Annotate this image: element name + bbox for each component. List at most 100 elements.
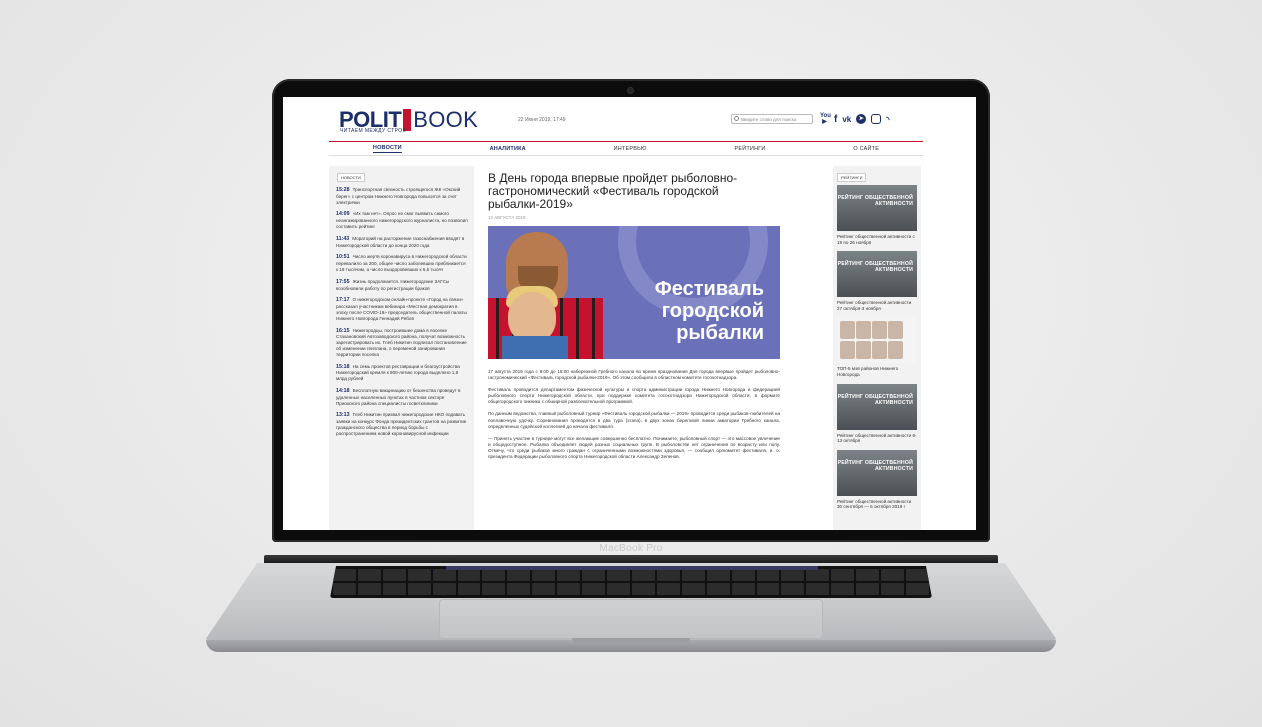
- news-text: Число жертв коронавируса в Нижегородской…: [336, 254, 467, 272]
- news-time: 11:43: [336, 235, 350, 242]
- nav-bottom-rule: [329, 155, 923, 156]
- article-title: В День города впервые пройдет рыболовно-…: [488, 171, 738, 211]
- article-body: 17 августа 2019 года с 9:00 до 15:00 наб…: [488, 369, 780, 460]
- thumb-bg: [837, 449, 917, 496]
- rating-thumbnail: РЕЙТИНГ ОБЩЕСТВЕННОЙ АКТИВНОСТИ: [837, 449, 917, 496]
- main-nav: НОВОСТИ АНАЛИТИКА ИНТЕРВЬЮ РЕЙТИНГИ О СА…: [329, 143, 923, 155]
- news-item[interactable]: 15:18 На семь проектов реставрации и благ…: [336, 364, 468, 382]
- news-item[interactable]: 14:18 Бесплатную вакцинацию от бешенства …: [336, 388, 468, 406]
- photo: [856, 341, 871, 360]
- news-text: «Их там нет». Опрос не смог выявить само…: [336, 211, 468, 229]
- rating-card[interactable]: ТОП-5 мэв районов Нижнего Новгорода: [837, 317, 917, 377]
- ratings-section-label: РЕЙТИНГИ: [837, 173, 867, 182]
- article-paragraph: 17 августа 2019 года с 9:00 до 15:00 наб…: [488, 369, 780, 381]
- search-placeholder: Введите слово для поиска: [741, 117, 797, 122]
- news-text: Бесплатную вакцинацию от бешенства прове…: [336, 387, 461, 406]
- news-item[interactable]: 15:28 Транспортная связность строящегося …: [336, 187, 468, 205]
- article-hero-image: Фестиваль городской рыбалки: [488, 226, 780, 359]
- logo-tagline: ЧИТАЕМ МЕЖДУ СТРОК: [340, 128, 406, 134]
- rating-thumbnail: РЕЙТИНГ ОБЩЕСТВЕННОЙ АКТИВНОСТИ: [837, 251, 917, 298]
- vk-icon[interactable]: vk: [842, 114, 851, 125]
- touch-bar: [446, 566, 818, 570]
- article: В День города впервые пройдет рыболовно-…: [488, 172, 780, 466]
- news-time: 13:13: [336, 412, 350, 419]
- website: POLIT BOOK ЧИТАЕМ МЕЖДУ СТРОК 22 Июня 20…: [283, 97, 976, 530]
- news-item[interactable]: 14:09 «Их там нет». Опрос не смог выявить…: [336, 211, 468, 229]
- photo: [872, 341, 887, 360]
- news-time: 16:15: [336, 327, 350, 334]
- telegram-icon[interactable]: ➤: [856, 114, 867, 124]
- news-time: 14:18: [336, 387, 350, 394]
- article-paragraph: Фестиваль проводится департаментом физич…: [488, 387, 780, 405]
- photo: [888, 341, 903, 360]
- thumb-label: РЕЙТИНГ ОБЩЕСТВЕННОЙ АКТИВНОСТИ: [837, 393, 913, 406]
- rating-card[interactable]: РЕЙТИНГ ОБЩЕСТВЕННОЙ АКТИВНОСТИ Рейтинг …: [837, 251, 917, 311]
- news-text: Транспортная связность строящегося ЖК «О…: [336, 187, 461, 205]
- news-text: О нижегородском онлайн-проекте «Город на…: [336, 297, 467, 321]
- photo: [840, 321, 855, 340]
- photo: [888, 321, 903, 340]
- news-text: Глеб Никитин призвал нижегородские НКО п…: [336, 412, 467, 436]
- rss-icon[interactable]: ◝: [886, 114, 889, 125]
- rating-caption: Рейтинг общественной активности 30 сентя…: [837, 498, 912, 510]
- header-date: 22 Июня 2019, 17:49: [518, 117, 566, 123]
- news-time: 17:17: [336, 297, 350, 304]
- news-item[interactable]: 17:55 Жизнь продолжается. Нижегородские З…: [336, 279, 468, 292]
- news-section-label: НОВОСТИ: [337, 173, 365, 182]
- lid-notch: [572, 638, 690, 643]
- rating-caption: ТОП-5 мэв районов Нижнего Новгорода: [837, 366, 899, 377]
- hero-boy-shirt: [502, 336, 568, 359]
- rating-thumbnail: РЕЙТИНГ ОБЩЕСТВЕННОЙ АКТИВНОСТИ: [837, 383, 917, 430]
- screen: POLIT BOOK ЧИТАЕМ МЕЖДУ СТРОК 22 Июня 20…: [283, 97, 976, 530]
- news-time: 10:51: [336, 254, 350, 261]
- social-links: You ▶ f vk ➤ ◝: [820, 113, 889, 125]
- instagram-icon[interactable]: [871, 114, 882, 124]
- rating-card[interactable]: РЕЙТИНГ ОБЩЕСТВЕННОЙ АКТИВНОСТИ Рейтинг …: [837, 449, 917, 510]
- news-time: 14:09: [336, 211, 350, 218]
- news-item[interactable]: 17:17 О нижегородском онлайн-проекте «Гор…: [336, 297, 468, 321]
- thumb-label: РЕЙТИНГ ОБЩЕСТВЕННОЙ АКТИВНОСТИ: [837, 261, 913, 274]
- news-item[interactable]: 10:51 Число жертв коронавируса в Нижегоро…: [336, 254, 468, 272]
- hero-title: Фестиваль городской рыбалки: [654, 278, 764, 344]
- rating-caption: Рейтинг общественной активности 27 октяб…: [837, 300, 912, 311]
- news-item[interactable]: 13:13 Глеб Никитин призвал нижегородские …: [336, 412, 468, 436]
- news-time: 15:18: [336, 363, 350, 370]
- search-input[interactable]: Введите слово для поиска: [731, 114, 813, 124]
- youtube-icon[interactable]: You ▶: [820, 113, 831, 125]
- news-time: 17:55: [336, 278, 350, 285]
- nav-news[interactable]: НОВОСТИ: [372, 145, 402, 153]
- article-paragraph: — Принять участие в турнире могут все же…: [488, 435, 780, 460]
- rating-caption: Рейтинг общественной активности с 19 по …: [837, 234, 915, 245]
- article-paragraph: По данным ведомства, главный рыболовный …: [488, 411, 780, 429]
- news-item[interactable]: 16:15 Нижегородцы, построившие дома в пос…: [336, 328, 468, 358]
- thumb-label: РЕЙТИНГ ОБЩЕСТВЕННОЙ АКТИВНОСТИ: [837, 459, 913, 472]
- nav-analytics[interactable]: АНАЛИТИКА: [490, 146, 526, 152]
- trackpad: [440, 600, 822, 638]
- news-sidebar: НОВОСТИ 15:28 Транспортная связность стро…: [329, 166, 474, 530]
- news-text: На семь проектов реставрации и благоустр…: [336, 363, 460, 382]
- news-text: Мораторий на расторжение газоснабжения в…: [336, 235, 465, 248]
- news-time: 15:28: [336, 187, 350, 193]
- rating-card[interactable]: РЕЙТИНГ ОБЩЕСТВЕННОЙ АКТИВНОСТИ Рейтинг …: [837, 383, 917, 444]
- thumb-bg: [837, 185, 917, 231]
- news-list: 15:28 Транспортная связность строящегося …: [329, 187, 474, 437]
- photo: [840, 341, 855, 360]
- rating-caption: Рейтинг общественной активности 6-13 окт…: [837, 432, 917, 444]
- nav-top-rule: [329, 141, 923, 142]
- search-icon: [734, 116, 739, 121]
- news-item[interactable]: 11:43 Мораторий на расторжение газоснабже…: [336, 236, 468, 249]
- nav-about[interactable]: О САЙТЕ: [853, 146, 879, 152]
- ratings-sidebar: РЕЙТИНГИ РЕЙТИНГ ОБЩЕСТВЕННОЙ АКТИВНОСТИ…: [833, 166, 921, 530]
- article-date: 12 АВГУСТА 2019: [488, 215, 526, 220]
- nav-ratings[interactable]: РЕЙТИНГИ: [734, 146, 765, 152]
- rating-thumbnail-photos: [837, 317, 917, 364]
- camera-icon: [628, 88, 633, 93]
- rating-card[interactable]: РЕЙТИНГ ОБЩЕСТВЕННОЙ АКТИВНОСТИ Рейтинг …: [837, 185, 917, 245]
- photo: [856, 321, 871, 340]
- thumb-bg: [837, 383, 917, 430]
- device-label: MacBook Pro: [599, 543, 663, 554]
- rating-thumbnail: РЕЙТИНГ ОБЩЕСТВЕННОЙ АКТИВНОСТИ: [837, 185, 917, 231]
- nav-interview[interactable]: ИНТЕРВЬЮ: [614, 146, 647, 152]
- photo: [872, 321, 887, 340]
- facebook-icon[interactable]: f: [834, 114, 837, 125]
